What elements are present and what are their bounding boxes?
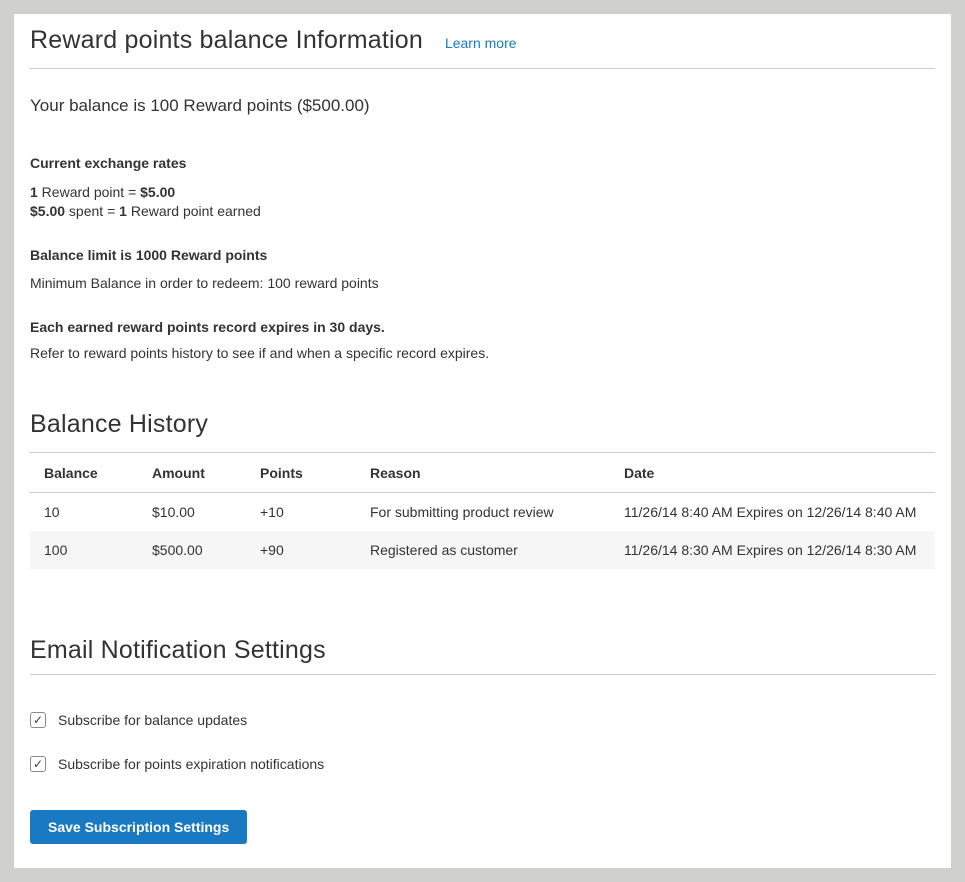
checkbox-label: Subscribe for points expiration notifica… (58, 756, 324, 772)
email-settings-heading: Email Notification Settings (30, 636, 935, 665)
spend-rate-points: 1 (119, 203, 127, 219)
cell-balance: 100 (30, 531, 138, 569)
column-header-amount: Amount (138, 453, 246, 493)
email-settings-header: Email Notification Settings (30, 636, 935, 675)
column-header-balance: Balance (30, 453, 138, 493)
earn-rate-amount: $5.00 (140, 184, 175, 200)
cell-date: 11/26/14 8:40 AM Expires on 12/26/14 8:4… (610, 493, 935, 532)
exchange-rates-heading: Current exchange rates (30, 155, 935, 171)
page-title: Reward points balance Information (30, 26, 423, 55)
spend-rate-suffix: Reward point earned (127, 203, 261, 219)
subscribe-points-expiration-option[interactable]: ✓ Subscribe for points expiration notifi… (30, 756, 935, 772)
exchange-rate-lines: 1 Reward point = $5.00 $5.00 spent = 1 R… (30, 183, 935, 221)
cell-points: +90 (246, 531, 356, 569)
balance-history-table: Balance Amount Points Reason Date 10 $10… (30, 452, 935, 569)
spend-rate-line: $5.00 spent = 1 Reward point earned (30, 202, 935, 221)
cell-amount: $10.00 (138, 493, 246, 532)
table-row: 10 $10.00 +10 For submitting product rev… (30, 493, 935, 532)
column-header-points: Points (246, 453, 356, 493)
balance-summary: Your balance is 100 Reward points ($500.… (30, 96, 935, 116)
checkbox-checked[interactable]: ✓ (30, 712, 46, 728)
table-row: 100 $500.00 +90 Registered as customer 1… (30, 531, 935, 569)
checkbox-label: Subscribe for balance updates (58, 712, 247, 728)
column-header-reason: Reason (356, 453, 610, 493)
spend-rate-amount: $5.00 (30, 203, 65, 219)
reward-points-panel: Reward points balance Information Learn … (14, 14, 951, 868)
cell-balance: 10 (30, 493, 138, 532)
save-subscription-settings-button[interactable]: Save Subscription Settings (30, 810, 247, 844)
cell-date: 11/26/14 8:30 AM Expires on 12/26/14 8:3… (610, 531, 935, 569)
balance-limit-label: Balance limit is 1000 Reward points (30, 247, 935, 263)
cell-reason: Registered as customer (356, 531, 610, 569)
spend-rate-text: spent = (65, 203, 119, 219)
header-divider (30, 68, 935, 69)
earn-rate-points: 1 (30, 184, 38, 200)
cell-amount: $500.00 (138, 531, 246, 569)
balance-history-heading: Balance History (30, 410, 935, 439)
panel-header: Reward points balance Information Learn … (30, 26, 935, 55)
cell-reason: For submitting product review (356, 493, 610, 532)
table-header-row: Balance Amount Points Reason Date (30, 453, 935, 493)
checkmark-icon: ✓ (33, 714, 43, 726)
earn-rate-line: 1 Reward point = $5.00 (30, 183, 935, 202)
checkbox-checked[interactable]: ✓ (30, 756, 46, 772)
cell-points: +10 (246, 493, 356, 532)
minimum-balance-text: Minimum Balance in order to redeem: 100 … (30, 275, 935, 291)
column-header-date: Date (610, 453, 935, 493)
earn-rate-text: Reward point = (38, 184, 140, 200)
learn-more-link[interactable]: Learn more (445, 35, 517, 51)
expiration-hint: Refer to reward points history to see if… (30, 345, 935, 361)
expiration-notice: Each earned reward points record expires… (30, 319, 935, 335)
checkmark-icon: ✓ (33, 758, 43, 770)
subscribe-balance-updates-option[interactable]: ✓ Subscribe for balance updates (30, 712, 935, 728)
